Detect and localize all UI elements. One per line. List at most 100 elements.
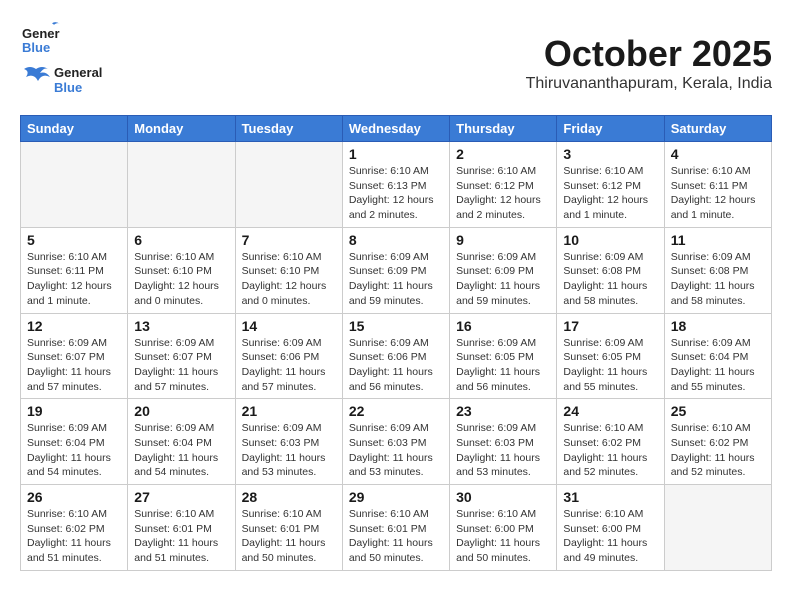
day-number: 1 <box>349 146 443 162</box>
calendar-day-cell: 14 Sunrise: 6:09 AMSunset: 6:06 PMDayligh… <box>235 313 342 399</box>
calendar-day-cell: 16 Sunrise: 6:09 AMSunset: 6:05 PMDayligh… <box>450 313 557 399</box>
logo-text-blue: Blue <box>54 80 102 95</box>
day-info: Sunrise: 6:09 AMSunset: 6:09 PMDaylight:… <box>456 250 550 309</box>
calendar-day-cell: 12 Sunrise: 6:09 AMSunset: 6:07 PMDayligh… <box>21 313 128 399</box>
day-info: Sunrise: 6:09 AMSunset: 6:05 PMDaylight:… <box>456 336 550 395</box>
day-number: 26 <box>27 489 121 505</box>
day-number: 27 <box>134 489 228 505</box>
day-number: 19 <box>27 403 121 419</box>
col-monday: Monday <box>128 116 235 142</box>
calendar-day-cell <box>664 485 771 571</box>
calendar-day-cell: 30 Sunrise: 6:10 AMSunset: 6:00 PMDayligh… <box>450 485 557 571</box>
day-number: 29 <box>349 489 443 505</box>
day-number: 5 <box>27 232 121 248</box>
day-info: Sunrise: 6:09 AMSunset: 6:04 PMDaylight:… <box>134 421 228 480</box>
day-number: 13 <box>134 318 228 334</box>
calendar-day-cell: 31Sunrise: 6:10 AMSunset: 6:00 PMDayligh… <box>557 485 664 571</box>
day-info: Sunrise: 6:09 AMSunset: 6:05 PMDaylight:… <box>563 336 657 395</box>
logo-icon: General Blue <box>20 20 60 60</box>
calendar-day-cell: 20Sunrise: 6:09 AMSunset: 6:04 PMDayligh… <box>128 399 235 485</box>
col-tuesday: Tuesday <box>235 116 342 142</box>
calendar-day-cell: 29 Sunrise: 6:10 AMSunset: 6:01 PMDayligh… <box>342 485 449 571</box>
day-info: Sunrise: 6:09 AMSunset: 6:06 PMDaylight:… <box>349 336 443 395</box>
calendar-header-row: Sunday Monday Tuesday Wednesday Thursday… <box>21 116 772 142</box>
day-number: 24 <box>563 403 657 419</box>
calendar-day-cell: 3 Sunrise: 6:10 AMSunset: 6:12 PMDaylight… <box>557 142 664 228</box>
day-number: 4 <box>671 146 765 162</box>
calendar-day-cell: 22 Sunrise: 6:09 AMSunset: 6:03 PMDayligh… <box>342 399 449 485</box>
calendar-day-cell: 6 Sunrise: 6:10 AMSunset: 6:10 PMDaylight… <box>128 227 235 313</box>
day-info: Sunrise: 6:10 AMSunset: 6:01 PMDaylight:… <box>134 507 228 566</box>
calendar-day-cell: 10Sunrise: 6:09 AMSunset: 6:08 PMDayligh… <box>557 227 664 313</box>
calendar-day-cell <box>128 142 235 228</box>
logo: General Blue General Blue <box>20 20 102 95</box>
day-info: Sunrise: 6:10 AMSunset: 6:00 PMDaylight:… <box>563 507 657 566</box>
day-info: Sunrise: 6:10 AMSunset: 6:11 PMDaylight:… <box>671 164 765 223</box>
day-info: Sunrise: 6:10 AMSunset: 6:00 PMDaylight:… <box>456 507 550 566</box>
calendar-table: Sunday Monday Tuesday Wednesday Thursday… <box>20 115 772 571</box>
day-info: Sunrise: 6:09 AMSunset: 6:03 PMDaylight:… <box>349 421 443 480</box>
calendar-day-cell: 13 Sunrise: 6:09 AMSunset: 6:07 PMDayligh… <box>128 313 235 399</box>
day-info: Sunrise: 6:10 AMSunset: 6:13 PMDaylight:… <box>349 164 443 223</box>
week-row-4: 19 Sunrise: 6:09 AMSunset: 6:04 PMDayligh… <box>21 399 772 485</box>
day-info: Sunrise: 6:09 AMSunset: 6:07 PMDaylight:… <box>134 336 228 395</box>
col-saturday: Saturday <box>664 116 771 142</box>
calendar-day-cell: 21Sunrise: 6:09 AMSunset: 6:03 PMDayligh… <box>235 399 342 485</box>
day-number: 30 <box>456 489 550 505</box>
day-number: 2 <box>456 146 550 162</box>
week-row-1: 1 Sunrise: 6:10 AMSunset: 6:13 PMDaylight… <box>21 142 772 228</box>
day-number: 16 <box>456 318 550 334</box>
day-info: Sunrise: 6:10 AMSunset: 6:02 PMDaylight:… <box>27 507 121 566</box>
month-title: October 2025 <box>112 33 772 75</box>
day-number: 14 <box>242 318 336 334</box>
day-info: Sunrise: 6:10 AMSunset: 6:10 PMDaylight:… <box>134 250 228 309</box>
header: General Blue General Blue October 2025 T… <box>20 20 772 105</box>
calendar-day-cell <box>235 142 342 228</box>
day-info: Sunrise: 6:10 AMSunset: 6:02 PMDaylight:… <box>671 421 765 480</box>
calendar-day-cell: 19 Sunrise: 6:09 AMSunset: 6:04 PMDayligh… <box>21 399 128 485</box>
day-info: Sunrise: 6:10 AMSunset: 6:01 PMDaylight:… <box>349 507 443 566</box>
day-number: 9 <box>456 232 550 248</box>
calendar-day-cell: 9 Sunrise: 6:09 AMSunset: 6:09 PMDaylight… <box>450 227 557 313</box>
calendar-day-cell: 4 Sunrise: 6:10 AMSunset: 6:11 PMDaylight… <box>664 142 771 228</box>
svg-text:Blue: Blue <box>22 40 50 55</box>
day-number: 17 <box>563 318 657 334</box>
calendar-day-cell: 5 Sunrise: 6:10 AMSunset: 6:11 PMDaylight… <box>21 227 128 313</box>
day-info: Sunrise: 6:10 AMSunset: 6:01 PMDaylight:… <box>242 507 336 566</box>
week-row-3: 12 Sunrise: 6:09 AMSunset: 6:07 PMDayligh… <box>21 313 772 399</box>
calendar-day-cell: 26 Sunrise: 6:10 AMSunset: 6:02 PMDayligh… <box>21 485 128 571</box>
day-info: Sunrise: 6:09 AMSunset: 6:08 PMDaylight:… <box>563 250 657 309</box>
day-info: Sunrise: 6:10 AMSunset: 6:10 PMDaylight:… <box>242 250 336 309</box>
day-info: Sunrise: 6:09 AMSunset: 6:04 PMDaylight:… <box>671 336 765 395</box>
day-number: 6 <box>134 232 228 248</box>
day-number: 3 <box>563 146 657 162</box>
title-area: October 2025 Thiruvananthapuram, Kerala,… <box>112 33 772 93</box>
calendar-day-cell: 15 Sunrise: 6:09 AMSunset: 6:06 PMDayligh… <box>342 313 449 399</box>
logo-bird-icon <box>20 65 52 95</box>
calendar-day-cell: 17 Sunrise: 6:09 AMSunset: 6:05 PMDayligh… <box>557 313 664 399</box>
day-number: 25 <box>671 403 765 419</box>
day-number: 7 <box>242 232 336 248</box>
calendar-day-cell: 2 Sunrise: 6:10 AMSunset: 6:12 PMDaylight… <box>450 142 557 228</box>
day-info: Sunrise: 6:09 AMSunset: 6:08 PMDaylight:… <box>671 250 765 309</box>
calendar-day-cell: 8Sunrise: 6:09 AMSunset: 6:09 PMDaylight… <box>342 227 449 313</box>
day-info: Sunrise: 6:10 AMSunset: 6:12 PMDaylight:… <box>563 164 657 223</box>
day-number: 18 <box>671 318 765 334</box>
day-number: 22 <box>349 403 443 419</box>
day-info: Sunrise: 6:09 AMSunset: 6:09 PMDaylight:… <box>349 250 443 309</box>
day-info: Sunrise: 6:09 AMSunset: 6:07 PMDaylight:… <box>27 336 121 395</box>
location-subtitle: Thiruvananthapuram, Kerala, India <box>112 75 772 93</box>
day-number: 23 <box>456 403 550 419</box>
day-info: Sunrise: 6:10 AMSunset: 6:11 PMDaylight:… <box>27 250 121 309</box>
day-number: 15 <box>349 318 443 334</box>
calendar-day-cell: 7 Sunrise: 6:10 AMSunset: 6:10 PMDaylight… <box>235 227 342 313</box>
col-friday: Friday <box>557 116 664 142</box>
logo-text-general: General <box>54 65 102 80</box>
day-info: Sunrise: 6:10 AMSunset: 6:02 PMDaylight:… <box>563 421 657 480</box>
calendar-day-cell: 1 Sunrise: 6:10 AMSunset: 6:13 PMDaylight… <box>342 142 449 228</box>
calendar-day-cell: 24 Sunrise: 6:10 AMSunset: 6:02 PMDayligh… <box>557 399 664 485</box>
day-number: 12 <box>27 318 121 334</box>
day-info: Sunrise: 6:09 AMSunset: 6:04 PMDaylight:… <box>27 421 121 480</box>
day-info: Sunrise: 6:09 AMSunset: 6:06 PMDaylight:… <box>242 336 336 395</box>
day-info: Sunrise: 6:10 AMSunset: 6:12 PMDaylight:… <box>456 164 550 223</box>
